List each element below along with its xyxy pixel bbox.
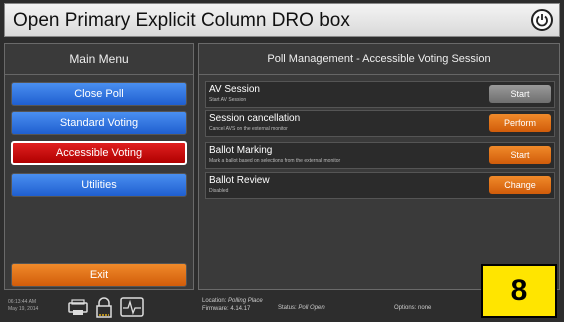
time-text: 06:13:44 AM xyxy=(8,299,37,305)
ballot-review-change-button[interactable]: Change xyxy=(489,176,551,194)
av-session-row: AV Session Start AV Session Start xyxy=(205,81,555,108)
ballot-review-row: Ballot Review Disabled Change xyxy=(205,172,555,199)
row-subtitle: Mark a ballot based on selections from t… xyxy=(209,158,341,164)
session-cancellation-row: Session cancellation Cancel AVS on the e… xyxy=(205,110,555,137)
row-subtitle: Disabled xyxy=(209,188,229,194)
app-window: Open Primary Explicit Column DRO box Mai… xyxy=(0,0,564,322)
power-icon[interactable] xyxy=(531,9,553,31)
heartbeat-icon xyxy=(120,297,144,317)
row-title: Ballot Review xyxy=(209,175,270,186)
title-bar: Open Primary Explicit Column DRO box xyxy=(4,3,560,37)
location-firmware: Location: Polling Place Firmware: 4.14.1… xyxy=(202,297,263,313)
step-number-badge: 8 xyxy=(481,264,557,318)
options-value: none xyxy=(418,305,432,311)
firmware-label: Firmware: xyxy=(202,306,229,312)
date-text: May 19, 2014 xyxy=(8,306,39,312)
location-value: Polling Place xyxy=(228,298,263,304)
status-label: Status: xyxy=(278,305,297,311)
row-title: AV Session xyxy=(209,84,260,95)
datetime: 06:13:44 AM May 19, 2014 xyxy=(8,299,38,313)
row-title: Session cancellation xyxy=(209,113,301,124)
ballot-marking-start-button[interactable]: Start xyxy=(489,146,551,164)
status-footer: 06:13:44 AM May 19, 2014 Location: Polli… xyxy=(4,294,560,320)
options-status: Options: none xyxy=(394,305,431,311)
exit-button[interactable]: Exit xyxy=(11,263,187,287)
av-session-start-button[interactable]: Start xyxy=(489,85,551,103)
close-poll-button[interactable]: Close Poll xyxy=(11,82,187,106)
main-menu-heading: Main Menu xyxy=(5,44,193,75)
standard-voting-button[interactable]: Standard Voting xyxy=(11,111,187,135)
row-subtitle: Cancel AVS on the external monitor xyxy=(209,126,288,132)
row-title: Ballot Marking xyxy=(209,145,273,156)
ballot-marking-row: Ballot Marking Mark a ballot based on se… xyxy=(205,142,555,169)
poll-management-panel: Poll Management - Accessible Voting Sess… xyxy=(198,43,560,290)
poll-status: Status: Poll Open xyxy=(278,305,325,311)
lock-icon xyxy=(96,297,112,318)
accessible-voting-button[interactable]: Accessible Voting xyxy=(11,141,187,165)
options-label: Options: xyxy=(394,305,417,311)
utilities-button[interactable]: Utilities xyxy=(11,173,187,197)
main-menu-panel: Main Menu Close Poll Standard Voting Acc… xyxy=(4,43,194,290)
location-label: Location: xyxy=(202,298,227,304)
poll-management-heading: Poll Management - Accessible Voting Sess… xyxy=(199,44,559,75)
row-subtitle: Start AV Session xyxy=(209,97,247,103)
window-title: Open Primary Explicit Column DRO box xyxy=(13,10,350,31)
status-value: Poll Open xyxy=(298,305,325,311)
session-cancellation-perform-button[interactable]: Perform xyxy=(489,114,551,132)
firmware-value: 4.14.17 xyxy=(230,306,251,312)
printer-icon xyxy=(68,299,88,315)
